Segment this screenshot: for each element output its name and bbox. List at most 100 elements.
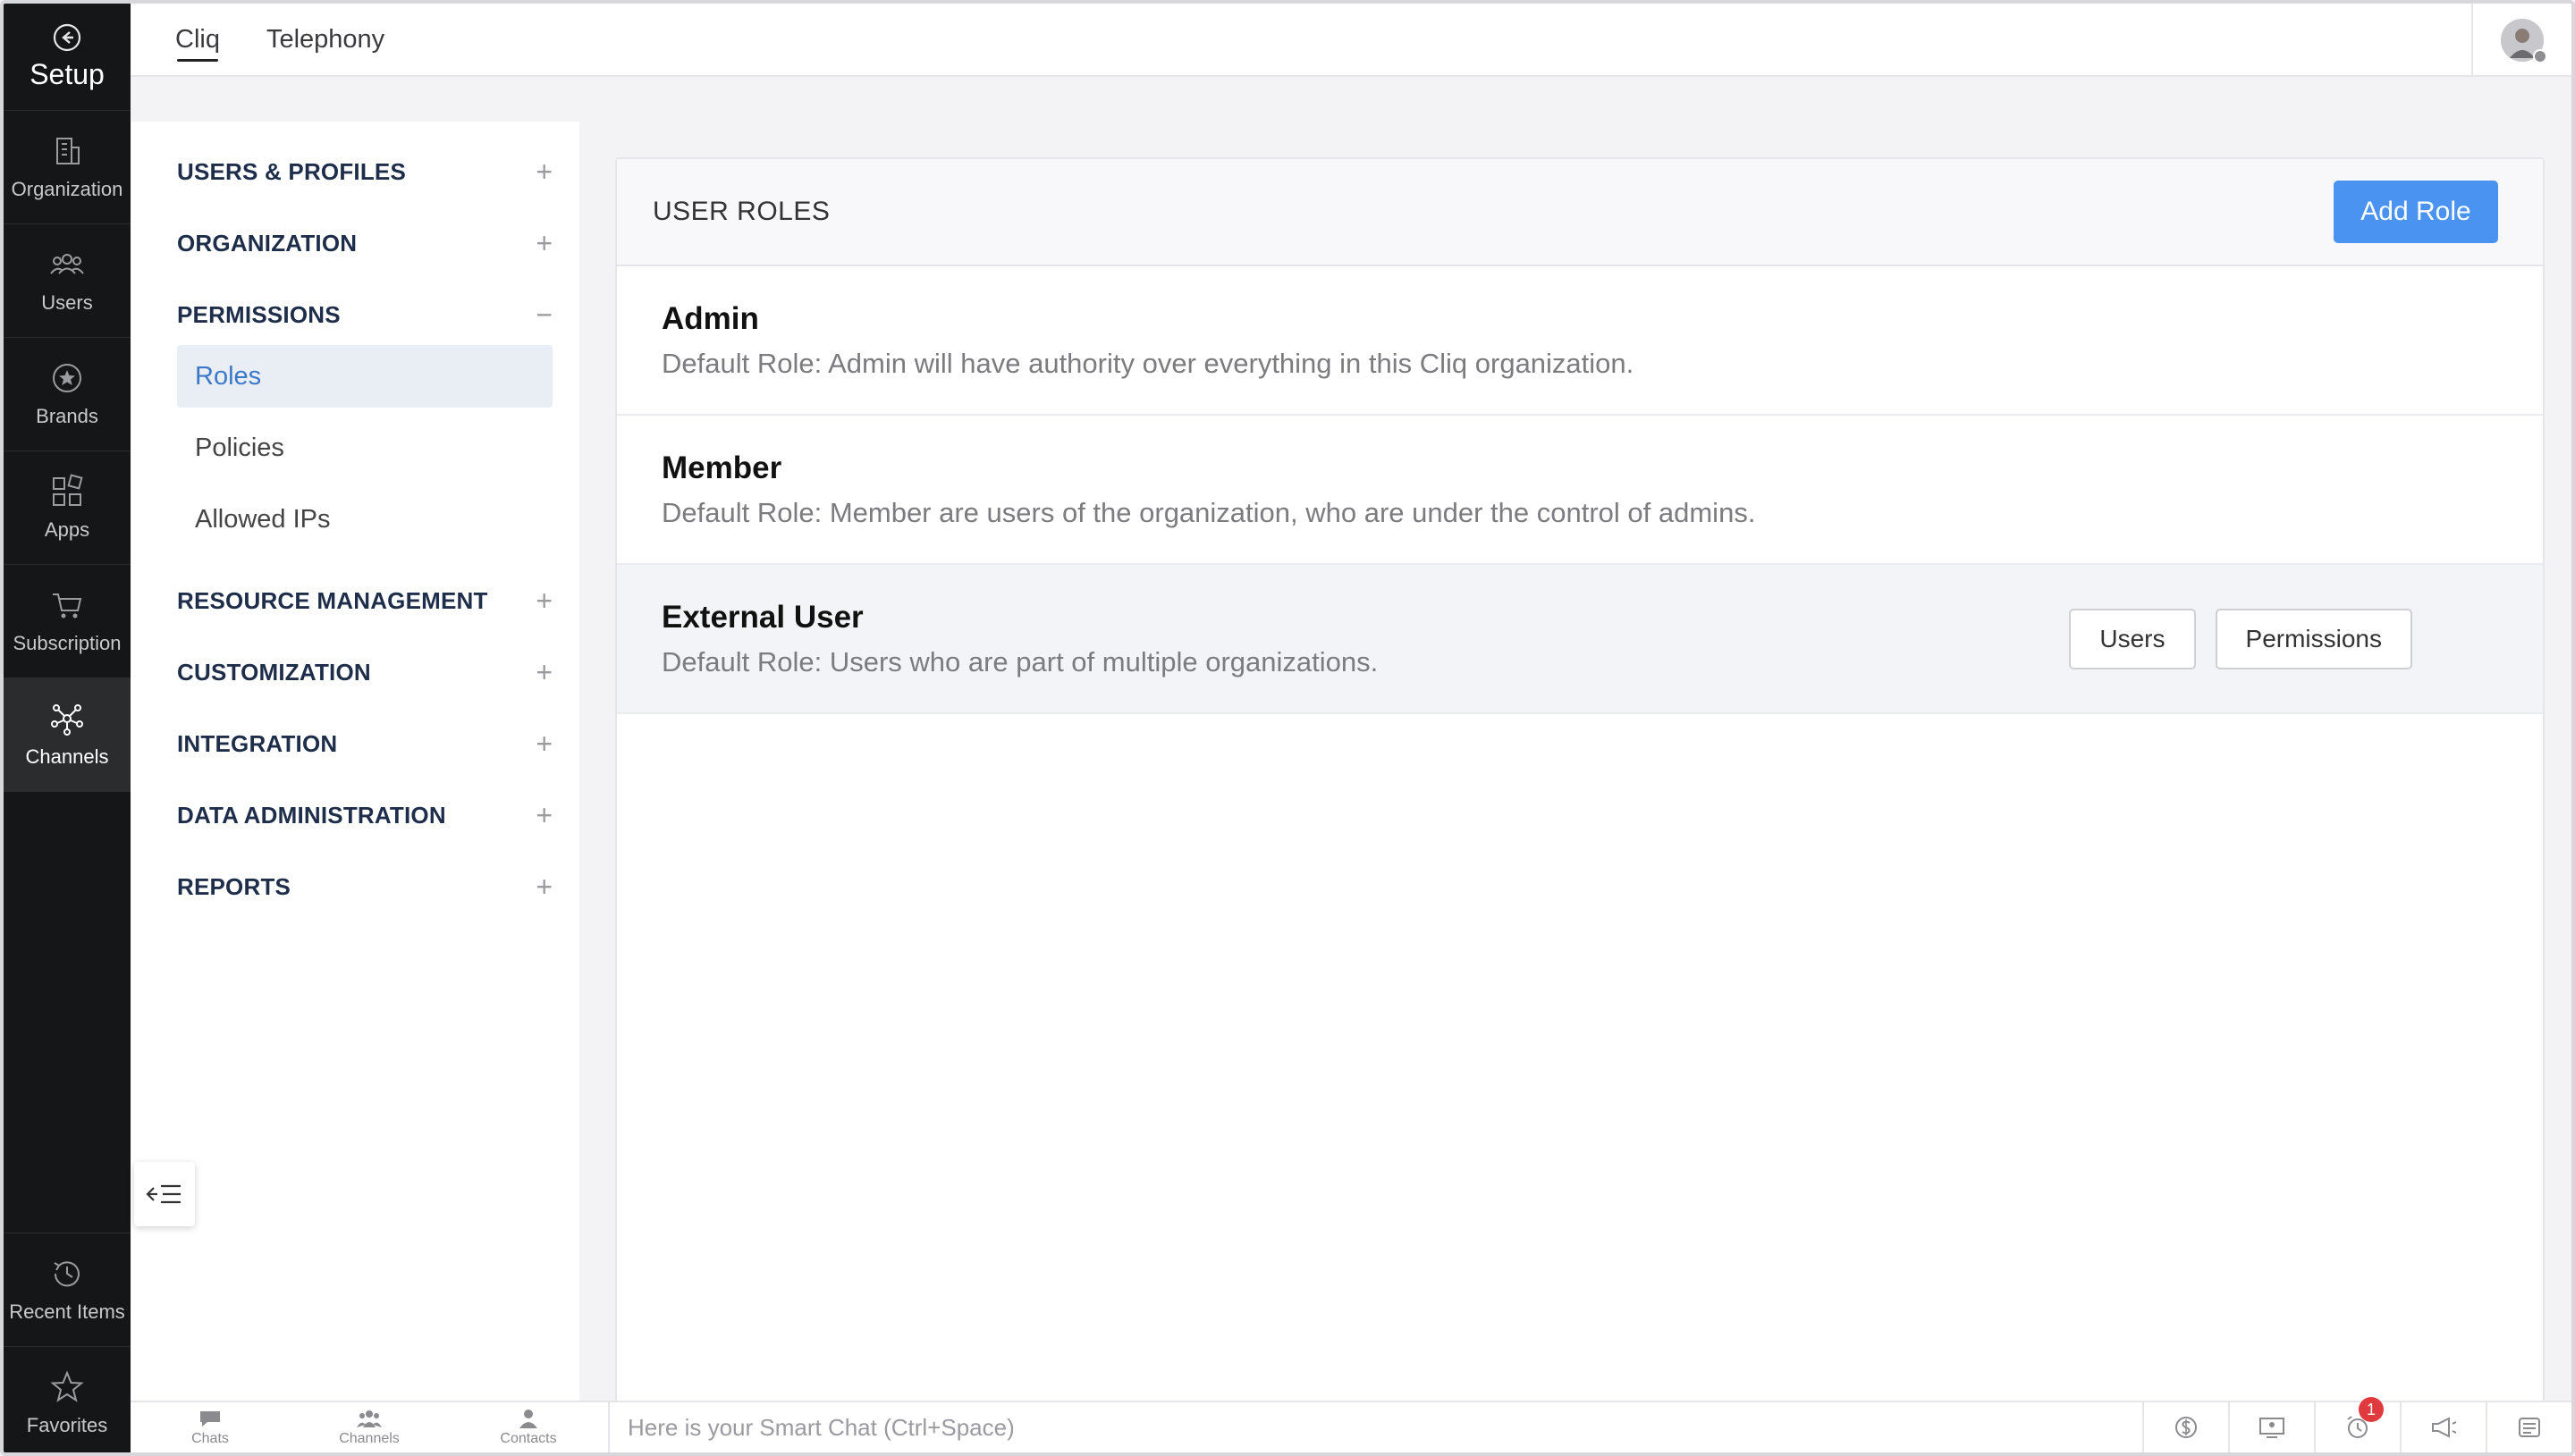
nav-section-resource-management[interactable]: RESOURCE MANAGEMENT + (177, 574, 553, 627)
announcement-icon (2432, 1417, 2457, 1438)
page-title: USER ROLES (653, 197, 831, 226)
cart-icon (53, 593, 82, 619)
expand-icon: + (536, 155, 553, 188)
role-row-external-user[interactable]: External User Default Role: Users who ar… (617, 565, 2543, 714)
rail-bottom: Recent Items Favorites (4, 1233, 131, 1452)
bottom-tab-label: Channels (339, 1431, 400, 1446)
back-arrow-icon (53, 23, 81, 52)
history-icon (54, 1261, 80, 1287)
badge-star-icon (53, 364, 81, 392)
nav-section-permissions[interactable]: PERMISSIONS − (177, 288, 553, 341)
bottom-icon-group: 1 (2142, 1397, 2571, 1452)
expand-icon: + (536, 727, 553, 760)
rail-item-label: Users (41, 291, 93, 314)
expand-icon: + (536, 655, 553, 688)
nav-section-customization[interactable]: CUSTOMIZATION + (177, 645, 553, 699)
nav-section-data-administration[interactable]: DATA ADMINISTRATION + (177, 788, 553, 842)
apps-grid-icon (53, 474, 83, 506)
rail-item-label: Organization (11, 178, 123, 200)
add-role-button[interactable]: Add Role (2334, 181, 2498, 243)
avatar[interactable] (2501, 19, 2547, 63)
role-name: External User (662, 599, 864, 635)
top-bar: Cliq Telephony (131, 4, 2571, 77)
settings-sidenav: USERS & PROFILES + ORGANIZATION + PERMIS… (131, 122, 579, 1409)
nav-item-policies[interactable]: Policies (177, 417, 553, 479)
collapse-menu-icon (146, 1184, 181, 1204)
profile-area[interactable] (2471, 4, 2571, 77)
rail-item-organization[interactable]: Organization (4, 111, 131, 224)
nav-section-users-profiles[interactable]: USERS & PROFILES + (177, 145, 553, 198)
setup-title: Setup (30, 58, 105, 90)
rail-item-label: Subscription (13, 632, 122, 654)
rail-item-label: Recent Items (9, 1300, 125, 1323)
expand-icon: + (536, 798, 553, 831)
screen-share-button[interactable] (2228, 1402, 2314, 1452)
reminders-button[interactable]: 1 (2314, 1397, 2400, 1452)
nav-section-label: ORGANIZATION (177, 229, 358, 257)
notes-button[interactable] (2486, 1402, 2571, 1452)
tab-telephony[interactable]: Telephony (266, 4, 384, 76)
role-description: Default Role: Admin will have authority … (662, 347, 1634, 379)
expand-icon: + (536, 870, 553, 903)
rail-item-subscription[interactable]: Subscription (4, 565, 131, 678)
bottom-bar: Chats Channels Contacts Here is your Sma… (131, 1397, 2571, 1452)
group-icon (357, 1410, 382, 1427)
nav-section-label: INTEGRATION (177, 729, 338, 757)
collapse-sidenav-button[interactable] (134, 1162, 195, 1226)
app-window: Setup Organization Users Brands Apps Sub… (0, 0, 2575, 1456)
announcements-button[interactable] (2400, 1402, 2486, 1452)
nav-section-organization[interactable]: ORGANIZATION + (177, 216, 553, 270)
nav-section-label: CUSTOMIZATION (177, 658, 371, 686)
rail-item-recent-items[interactable]: Recent Items (4, 1233, 131, 1346)
money-icon (2175, 1417, 2197, 1438)
role-actions: Users Permissions (2069, 608, 2412, 669)
bottom-tab-label: Chats (191, 1431, 229, 1446)
rail-item-apps[interactable]: Apps (4, 451, 131, 565)
nav-section-label: USERS & PROFILES (177, 157, 407, 185)
bottom-tab-chats[interactable]: Chats (131, 1402, 290, 1452)
bottom-tab-label: Contacts (500, 1431, 557, 1446)
rail-item-channels[interactable]: Channels (4, 678, 131, 792)
rail-item-label: Apps (44, 518, 90, 541)
nav-section-label: REPORTS (177, 872, 291, 900)
role-permissions-button[interactable]: Permissions (2215, 608, 2412, 669)
role-name: Member (662, 450, 782, 485)
role-description: Default Role: Member are users of the or… (662, 496, 1756, 528)
nav-item-allowed-ips[interactable]: Allowed IPs (177, 488, 553, 551)
notification-badge: 1 (2359, 1397, 2384, 1422)
tab-cliq[interactable]: Cliq (175, 4, 220, 76)
nav-item-roles[interactable]: Roles (177, 345, 553, 408)
users-icon (50, 254, 84, 274)
role-row-member[interactable]: Member Default Role: Member are users of… (617, 416, 2543, 565)
role-users-button[interactable]: Users (2069, 608, 2196, 669)
star-icon (50, 1370, 84, 1402)
nav-section-label: PERMISSIONS (177, 300, 341, 328)
bottom-tab-channels[interactable]: Channels (290, 1402, 449, 1452)
rail-item-brands[interactable]: Brands (4, 338, 131, 451)
setup-back-button[interactable]: Setup (4, 4, 131, 111)
smart-chat-input[interactable]: Here is your Smart Chat (Ctrl+Space) (608, 1402, 2142, 1452)
bottom-tab-contacts[interactable]: Contacts (449, 1402, 608, 1452)
expand-icon: + (536, 226, 553, 259)
notes-icon (2519, 1418, 2540, 1437)
rail-item-users[interactable]: Users (4, 224, 131, 338)
rail-item-label: Favorites (26, 1414, 108, 1436)
rail-item-label: Brands (36, 405, 98, 427)
panel-header: USER ROLES Add Role (617, 159, 2543, 266)
network-icon (51, 704, 83, 736)
rail-item-label: Channels (25, 745, 109, 768)
building-icon (56, 138, 80, 164)
money-button[interactable] (2142, 1402, 2228, 1452)
nav-section-integration[interactable]: INTEGRATION + (177, 717, 553, 770)
expand-icon: + (536, 584, 553, 617)
nav-section-reports[interactable]: REPORTS + (177, 860, 553, 913)
collapse-icon: − (536, 298, 553, 331)
role-row-admin[interactable]: Admin Default Role: Admin will have auth… (617, 266, 2543, 416)
role-name: Admin (662, 300, 759, 336)
contact-icon (519, 1410, 537, 1428)
nav-section-label: DATA ADMINISTRATION (177, 801, 446, 829)
rail-item-favorites[interactable]: Favorites (4, 1346, 131, 1452)
screen-share-icon (2259, 1418, 2284, 1438)
role-description: Default Role: Users who are part of mult… (662, 645, 1379, 678)
nav-section-label: RESOURCE MANAGEMENT (177, 586, 488, 614)
